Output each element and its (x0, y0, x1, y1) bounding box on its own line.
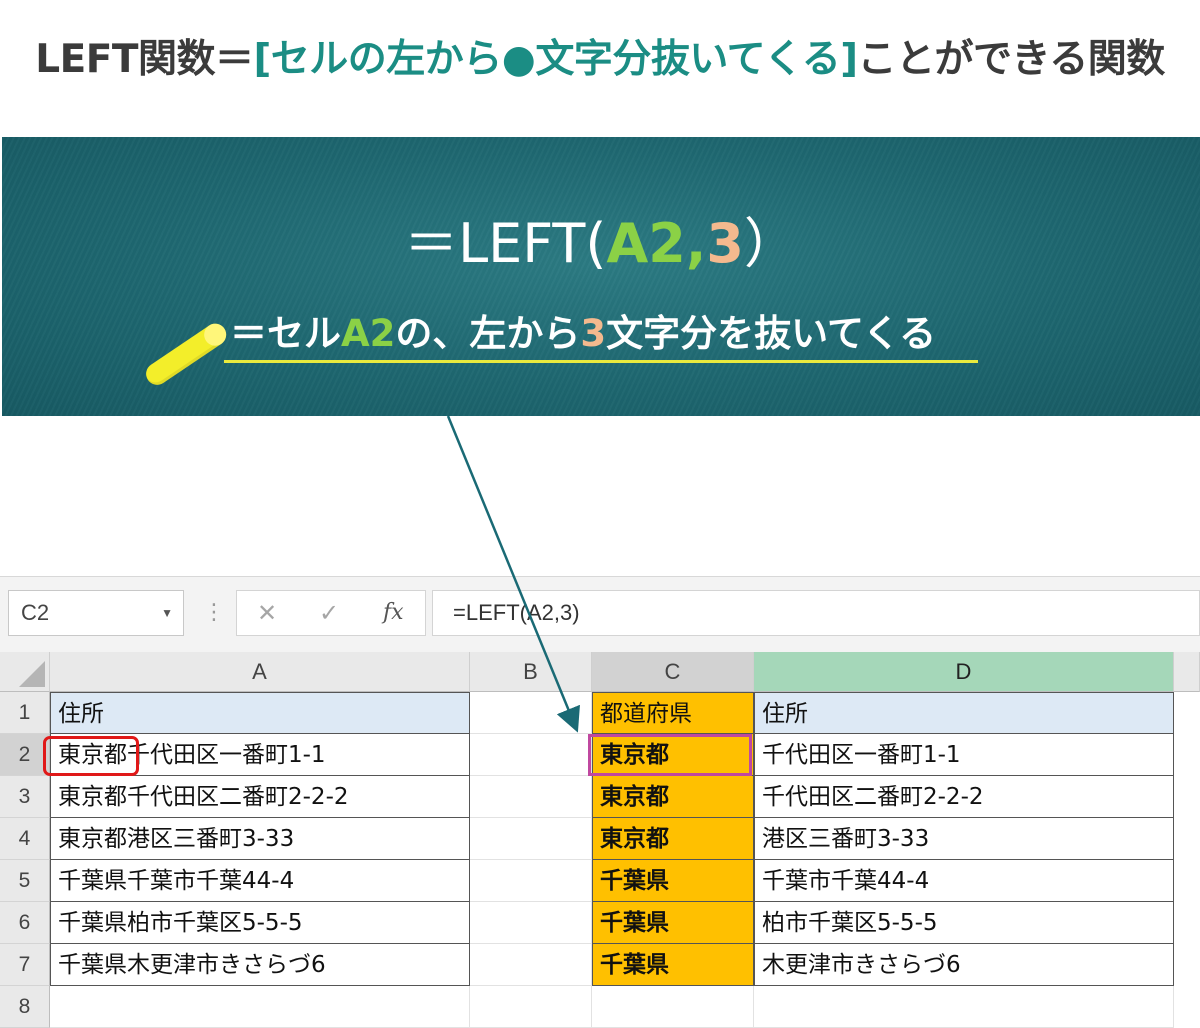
row-header[interactable]: 1 (0, 692, 50, 734)
cell-a[interactable]: 千葉県千葉市千葉44-4 (50, 860, 470, 902)
select-all-corner[interactable] (0, 652, 50, 692)
row-header[interactable]: 5 (0, 860, 50, 902)
cell-c[interactable]: 東京都 (592, 818, 754, 860)
title-highlight: [セルの左から●文字分抜いてくる] (253, 37, 858, 82)
cell-c[interactable]: 千葉県 (592, 944, 754, 986)
formula-bar-row: C2 ▼ ⋮ ✕ ✓ fx =LEFT(A2,3) (0, 576, 1200, 653)
title-prefix: LEFT関数＝ (35, 37, 254, 82)
name-box-value: C2 (21, 600, 50, 625)
cell-b[interactable] (470, 902, 592, 944)
formula-pre: ＝LEFT( (404, 212, 607, 275)
spreadsheet: C2 ▼ ⋮ ✕ ✓ fx =LEFT(A2,3) A B C D 1 2 3 4 5 6 7 8 住所… (0, 576, 1200, 1028)
cell-d[interactable]: 千代田区一番町1-1 (754, 734, 1174, 776)
check-icon[interactable]: ✓ (319, 591, 339, 635)
explain-num: 3 (580, 312, 607, 355)
column-header-a[interactable]: A (50, 652, 470, 692)
highlight-marker (43, 736, 139, 776)
formula-display: ＝LEFT(A2,3） (2, 209, 1200, 279)
chalk-icon (141, 319, 231, 390)
cell-c[interactable]: 千葉県 (592, 902, 754, 944)
cell-c[interactable]: 東京都 (592, 776, 754, 818)
cell-grid: A B C D 1 2 3 4 5 6 7 8 住所 都道府県 住所 東京都千代田区一番町1-1 東京都 千代田区… (0, 652, 1200, 1028)
formula-ref: A2 (606, 212, 686, 275)
cell-b[interactable] (470, 692, 592, 734)
formula-explanation: ＝セルA2の、左から3文字分を抜いてくる (230, 309, 936, 359)
explain-mid: の、左から (395, 312, 581, 355)
cell-a[interactable]: 千葉県木更津市きさらづ6 (50, 944, 470, 986)
page-title: LEFT関数＝[セルの左から●文字分抜いてくる]ことができる関数 (0, 30, 1200, 90)
cell-d[interactable]: 港区三番町3-33 (754, 818, 1174, 860)
chevron-down-icon[interactable]: ▼ (161, 591, 173, 635)
cell-d[interactable]: 千葉市千葉44-4 (754, 860, 1174, 902)
cell-b[interactable] (470, 944, 592, 986)
explain-pre: ＝セル (230, 312, 341, 355)
cell-a[interactable]: 住所 (50, 692, 470, 734)
row-header[interactable]: 4 (0, 818, 50, 860)
cell-a[interactable]: 東京都港区三番町3-33 (50, 818, 470, 860)
drag-handle-icon[interactable]: ⋮ (203, 595, 225, 631)
cell-a[interactable] (50, 986, 470, 1028)
cell-c[interactable]: 都道府県 (592, 692, 754, 734)
column-header-e[interactable] (1174, 652, 1200, 692)
cell-c[interactable]: 千葉県 (592, 860, 754, 902)
cell-b[interactable] (470, 734, 592, 776)
row-header[interactable]: 7 (0, 944, 50, 986)
explain-post: 文字分を抜いてくる (606, 312, 937, 355)
row-header[interactable]: 3 (0, 776, 50, 818)
active-cell-selection (588, 734, 752, 776)
formula-num: 3 (706, 212, 744, 275)
column-header-d[interactable]: D (754, 652, 1174, 692)
cell-b[interactable] (470, 818, 592, 860)
formula-input[interactable]: =LEFT(A2,3) (432, 590, 1200, 636)
cancel-icon[interactable]: ✕ (257, 591, 277, 635)
chalk-underline (224, 360, 978, 363)
formula-post: ） (743, 212, 798, 275)
formula-comma: , (685, 212, 707, 275)
row-header[interactable]: 8 (0, 986, 50, 1028)
chalkboard-banner: ＝LEFT(A2,3） ＝セルA2の、左から3文字分を抜いてくる (2, 137, 1200, 416)
formula-actions: ✕ ✓ fx (236, 590, 426, 636)
column-header-b[interactable]: B (470, 652, 592, 692)
cell-a[interactable]: 千葉県柏市千葉区5-5-5 (50, 902, 470, 944)
name-box[interactable]: C2 ▼ (8, 590, 184, 636)
cell-a[interactable]: 東京都千代田区二番町2-2-2 (50, 776, 470, 818)
cell-c[interactable] (592, 986, 754, 1028)
explain-ref: A2 (341, 312, 396, 355)
cell-d[interactable]: 千代田区二番町2-2-2 (754, 776, 1174, 818)
cell-d[interactable] (754, 986, 1174, 1028)
cell-d[interactable]: 柏市千葉区5-5-5 (754, 902, 1174, 944)
column-header-c[interactable]: C (592, 652, 754, 692)
cell-b[interactable] (470, 860, 592, 902)
row-header[interactable]: 6 (0, 902, 50, 944)
fx-icon[interactable]: fx (383, 591, 404, 635)
cell-d[interactable]: 木更津市きさらづ6 (754, 944, 1174, 986)
cell-b[interactable] (470, 776, 592, 818)
cell-d[interactable]: 住所 (754, 692, 1174, 734)
cell-b[interactable] (470, 986, 592, 1028)
title-suffix: ことができる関数 (857, 37, 1166, 82)
